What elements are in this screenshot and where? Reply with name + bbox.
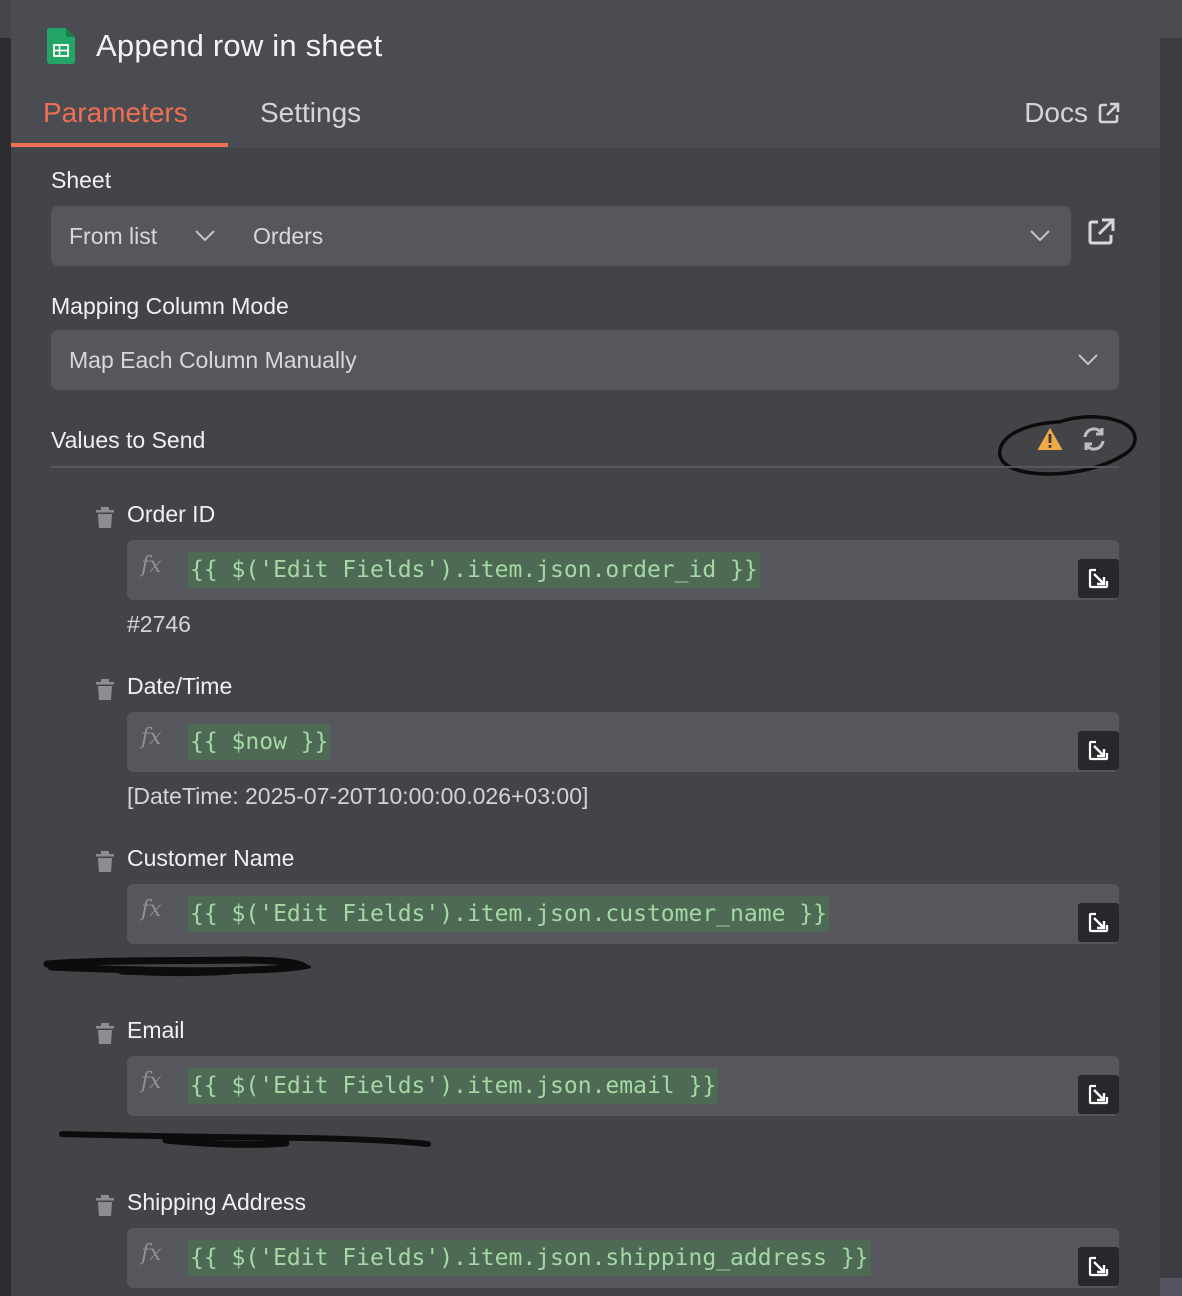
title-row: Append row in sheet <box>47 28 382 64</box>
external-link-icon <box>1098 102 1120 124</box>
expression-input-shipping-address[interactable]: fx {{ $('Edit Fields').item.json.shippin… <box>127 1228 1119 1288</box>
sheet-label: Sheet <box>51 167 112 193</box>
values-divider <box>51 466 1119 468</box>
field-name-customer-name: Customer Name <box>127 845 295 871</box>
expression-input-date-time[interactable]: fx {{ $now }} <box>127 712 1119 772</box>
mapping-mode-value[interactable]: Map Each Column Manually <box>69 347 357 374</box>
expand-icon <box>1088 568 1109 589</box>
field-name-shipping-address: Shipping Address <box>127 1189 307 1215</box>
google-sheets-icon <box>47 28 75 64</box>
chevron-down-icon[interactable] <box>1078 354 1098 366</box>
field-name-email: Email <box>127 1017 185 1043</box>
tab-parameters[interactable]: Parameters <box>43 97 188 129</box>
panel-header: Append row in sheet Parameters Settings … <box>11 0 1160 148</box>
expand-icon <box>1088 740 1109 761</box>
expand-icon <box>1088 1256 1109 1277</box>
chevron-down-icon[interactable] <box>1030 230 1050 242</box>
expression-text[interactable]: {{ $('Edit Fields').item.json.order_id }… <box>188 552 760 588</box>
field-name-date-time: Date/Time <box>127 673 233 699</box>
fx-label: fx <box>141 897 162 922</box>
redaction-scribble <box>59 1131 431 1148</box>
field-name-order-id: Order ID <box>127 501 216 527</box>
fx-label: fx <box>141 1069 162 1094</box>
redaction-scribble <box>43 956 311 976</box>
expression-input-email[interactable]: fx {{ $('Edit Fields').item.json.email }… <box>127 1056 1119 1116</box>
active-tab-indicator <box>11 143 228 147</box>
expand-editor-button[interactable] <box>1078 1247 1119 1286</box>
fx-label: fx <box>141 553 162 578</box>
fx-label: fx <box>141 725 162 750</box>
docs-label: Docs <box>1024 97 1088 128</box>
trash-icon[interactable] <box>95 507 115 529</box>
expression-text[interactable]: {{ $('Edit Fields').item.json.email }} <box>188 1068 719 1104</box>
node-panel: Append row in sheet Parameters Settings … <box>11 0 1160 1296</box>
sheet-mode-value[interactable]: From list <box>69 223 157 250</box>
sheet-name-value[interactable]: Orders <box>253 223 323 250</box>
expand-editor-button[interactable] <box>1078 559 1119 598</box>
docs-link[interactable]: Docs <box>1024 97 1120 129</box>
fx-label: fx <box>141 1241 162 1266</box>
mapping-mode-select[interactable]: Map Each Column Manually <box>51 330 1119 390</box>
trash-icon[interactable] <box>95 851 115 873</box>
open-sheet-external-link-icon[interactable] <box>1087 218 1115 246</box>
expression-text[interactable]: {{ $('Edit Fields').item.json.shipping_a… <box>188 1240 871 1276</box>
trash-icon[interactable] <box>95 1023 115 1045</box>
mapping-mode-label: Mapping Column Mode <box>51 293 289 319</box>
background-left <box>0 0 11 1296</box>
tab-bar: Parameters Settings Docs <box>11 90 1160 148</box>
chevron-down-icon[interactable] <box>195 230 215 242</box>
field-result-order-id: #2746 <box>127 611 191 637</box>
sheet-select[interactable]: From list Orders <box>51 206 1071 266</box>
expand-icon <box>1088 912 1109 933</box>
expand-icon <box>1088 1084 1109 1105</box>
node-title: Append row in sheet <box>96 28 383 63</box>
expression-text[interactable]: {{ $('Edit Fields').item.json.customer_n… <box>188 896 829 932</box>
background-right <box>1160 0 1182 1296</box>
field-result-date-time: [DateTime: 2025-07-20T10:00:00.026+03:00… <box>127 783 589 809</box>
hand-drawn-circle-annotation <box>998 414 1137 476</box>
expression-input-customer-name[interactable]: fx {{ $('Edit Fields').item.json.custome… <box>127 884 1119 944</box>
trash-icon[interactable] <box>95 679 115 701</box>
expand-editor-button[interactable] <box>1078 731 1119 770</box>
expression-text[interactable]: {{ $now }} <box>188 724 331 760</box>
expression-input-order-id[interactable]: fx {{ $('Edit Fields').item.json.order_i… <box>127 540 1119 600</box>
expand-editor-button[interactable] <box>1078 1075 1119 1114</box>
tab-settings[interactable]: Settings <box>260 97 361 129</box>
values-to-send-label: Values to Send <box>51 427 206 453</box>
trash-icon[interactable] <box>95 1195 115 1217</box>
expand-editor-button[interactable] <box>1078 903 1119 942</box>
background-corner <box>1160 1278 1182 1296</box>
